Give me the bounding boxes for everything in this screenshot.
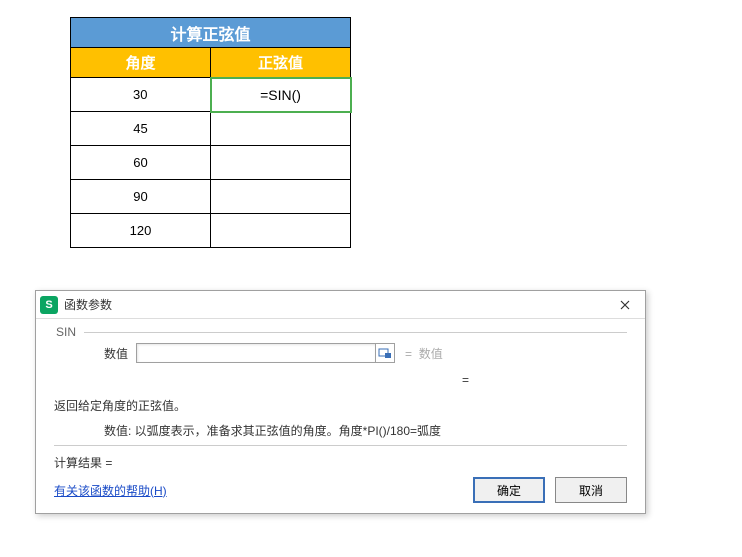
cell-sine[interactable] [211,214,351,248]
range-select-button[interactable] [375,343,395,363]
table-row: 90 [71,180,351,214]
param-equals: = 数值 [405,345,443,362]
cell-angle[interactable]: 45 [71,112,211,146]
table-row: 30 =SIN() [71,78,351,112]
cell-sine-active[interactable]: =SIN() [211,78,351,112]
close-icon [620,300,630,310]
result-label: 计算结果 = [54,454,627,471]
function-arguments-dialog: S 函数参数 SIN 数值 = 数值 = 返回给定角度的正弦值。 数值: 以弧度… [35,290,646,514]
table-row: 120 [71,214,351,248]
function-description: 返回给定角度的正弦值。 [54,397,627,414]
cell-angle[interactable]: 60 [71,146,211,180]
cell-angle[interactable]: 30 [71,78,211,112]
spreadsheet-table: 计算正弦值 角度 正弦值 30 =SIN() 45 60 90 120 [70,17,352,248]
table-row: 45 [71,112,351,146]
param-input[interactable] [136,343,376,363]
app-icon: S [40,296,58,314]
cell-angle[interactable]: 90 [71,180,211,214]
dialog-titlebar[interactable]: S 函数参数 [36,291,645,319]
cell-sine[interactable] [211,180,351,214]
fieldset-divider [84,332,627,333]
cell-angle[interactable]: 120 [71,214,211,248]
header-angle: 角度 [71,48,211,78]
range-select-icon [378,346,392,360]
table-title: 计算正弦值 [71,18,351,48]
divider [54,445,627,446]
param-label: 数值 [104,345,136,362]
dialog-footer: 有关该函数的帮助(H) 确定 取消 [54,477,627,503]
param-row: 数值 = 数值 [104,343,627,363]
cell-sine[interactable] [211,112,351,146]
header-sine: 正弦值 [211,48,351,78]
dialog-body: SIN 数值 = 数值 = 返回给定角度的正弦值。 数值: 以弧度表示，准备求其… [36,319,645,471]
param-description: 数值: 以弧度表示，准备求其正弦值的角度。角度*PI()/180=弧度 [104,422,627,439]
help-link[interactable]: 有关该函数的帮助(H) [54,482,167,499]
cell-sine[interactable] [211,146,351,180]
ok-button[interactable]: 确定 [473,477,545,503]
result-preview-equals: = [304,373,627,387]
table-row: 60 [71,146,351,180]
dialog-title: 函数参数 [64,296,609,313]
cancel-button[interactable]: 取消 [555,477,627,503]
close-button[interactable] [609,294,641,316]
formula-text: =SIN() [260,87,301,103]
